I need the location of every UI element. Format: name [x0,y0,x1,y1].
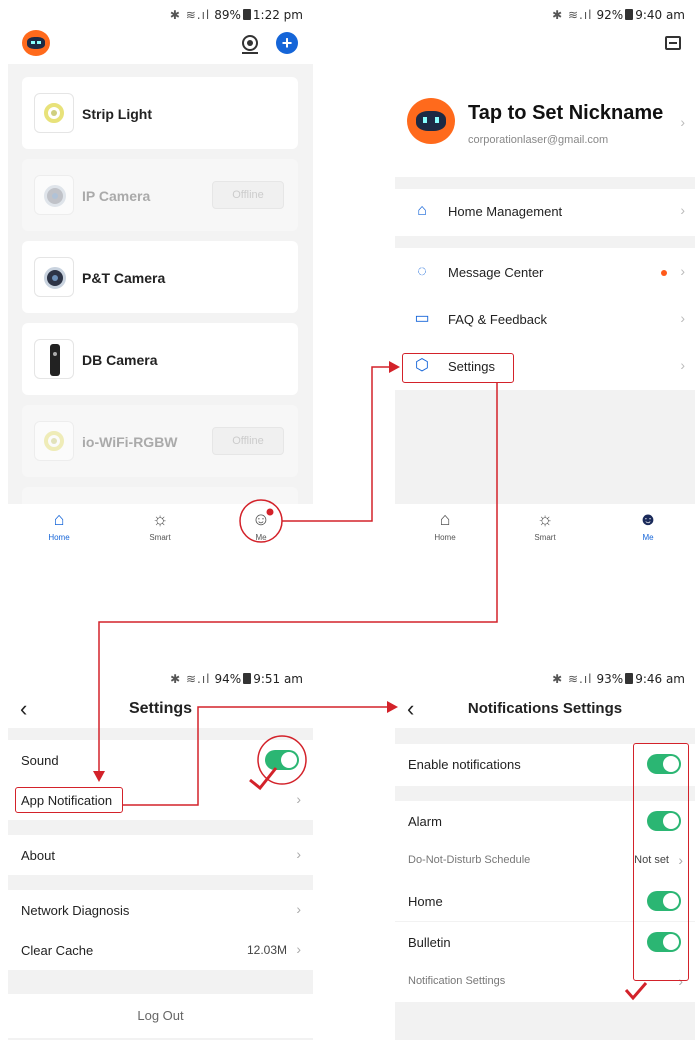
battery-percent: 89% [214,8,241,22]
device-name: IP Camera [82,188,151,204]
strip-light-icon [34,93,74,133]
tab-smart[interactable]: ☼ Smart [130,508,190,542]
highlight-toggles [633,743,689,981]
battery-icon [243,673,252,684]
signal-icons: ✱ ≋.ıl [170,672,211,686]
chevron-right-icon: › [680,357,685,373]
device-card-db-camera[interactable]: DB Camera [22,323,298,395]
ip-camera-icon [34,175,74,215]
device-name: DB Camera [82,352,158,368]
avatar [407,98,455,144]
sun-icon: ☼ [536,509,554,529]
offline-badge: Offline [212,427,284,455]
status-time: 1:22 pm [252,8,303,22]
menu-faq-feedback[interactable]: ▭ FAQ & Feedback › [395,297,695,341]
user-icon: ☺ [251,509,271,529]
robot-logo-icon [22,30,50,56]
pt-camera-icon [34,257,74,297]
tab-me[interactable]: ☻ Me [618,508,678,542]
empty-area [395,390,695,504]
page-title: Notifications Settings [467,700,623,717]
chevron-right-icon: › [296,846,301,862]
sun-icon: ☼ [151,509,169,529]
camera-icon[interactable] [242,35,258,54]
status-bar: ✱ ≋.ıl 94% 9:51 am [8,664,313,692]
notifications-nav: ‹ Notifications Settings [395,692,695,728]
book-icon: ▭ [414,310,430,327]
tab-home[interactable]: ⌂ Home [415,508,475,542]
profile-header[interactable]: Tap to Set Nickname corporationlaser@gma… [395,90,695,176]
logout-button[interactable]: Log Out [8,994,313,1038]
status-bar: ✱ ≋.ıl 89% 1:22 pm [8,8,313,24]
device-name: io-WiFi-RGBW [82,434,178,450]
chevron-right-icon: › [680,310,685,326]
chevron-right-icon: › [680,263,685,279]
chevron-right-icon: › [680,202,685,218]
unread-dot [661,270,667,276]
battery-icon [242,9,251,20]
me-screen: ✱ ≋.ıl 92% 9:40 am Tap to Set Nickname cor… [395,0,695,548]
house-icon: ⌂ [417,202,427,219]
menu-home-management[interactable]: ⌂ Home Management › [395,189,695,233]
tab-me[interactable]: ☺ Me [231,508,291,542]
status-time: 9:51 am [253,672,303,686]
battery-icon [625,673,634,684]
row-sound[interactable]: Sound [8,740,313,780]
chevron-right-icon: › [296,941,301,957]
device-card-strip-light[interactable]: Strip Light [22,77,298,149]
chat-icon: ◌ [417,263,427,280]
device-card-rgbw[interactable]: io-WiFi-RGBW Offline [22,405,298,477]
row-network-diagnosis[interactable]: Network Diagnosis › [8,890,313,930]
scan-icon[interactable] [665,36,681,50]
divider [395,236,695,248]
row-about[interactable]: About › [8,835,313,875]
tab-home[interactable]: ⌂ Home [29,508,89,542]
battery-percent: 94% [214,672,242,686]
tab-smart[interactable]: ☼ Smart [515,508,575,542]
chevron-right-icon: › [296,901,301,917]
cache-size: 12.03M [246,943,287,957]
offline-badge: Offline [212,181,284,209]
highlight-app-notification [15,787,123,813]
account-email: corporationlaser@gmail.com [468,134,609,146]
add-device-icon[interactable]: + [276,32,298,54]
status-time: 9:40 am [635,8,685,22]
chevron-right-icon: › [680,114,685,130]
device-name: P&T Camera [82,270,166,286]
battery-percent: 92% [596,8,624,22]
battery-percent: 93% [596,672,624,686]
bottom-tab-bar: ⌂ Home ☼ Smart ☺ Me [8,504,313,548]
rgbw-icon [34,421,74,461]
sound-toggle[interactable] [265,750,299,770]
signal-icons: ✱ ≋.ıl [552,672,593,686]
user-icon: ☻ [638,509,658,529]
doorbell-camera-icon [34,339,74,379]
home-screen: ✱ ≋.ıl 89% 1:22 pm + Strip Light IP Camera… [8,0,313,548]
device-list: Strip Light IP Camera Offline P&T Camera… [8,64,313,527]
signal-icons: ✱ ≋.ıl [552,8,593,22]
device-name: Strip Light [82,106,152,122]
row-clear-cache[interactable]: Clear Cache 12.03M › [8,930,313,970]
home-icon: ⌂ [439,509,451,529]
home-topbar: + [8,28,313,62]
device-card-ip-camera[interactable]: IP Camera Offline [22,159,298,231]
settings-screen: ✱ ≋.ıl 94% 9:51 am ‹ Settings Sound App No… [8,664,313,1040]
highlight-settings [402,353,514,383]
device-card-pt-camera[interactable]: P&T Camera [22,241,298,313]
menu-message-center[interactable]: ◌ Message Center › [395,250,695,294]
bottom-tab-bar: ⌂ Home ☼ Smart ☻ Me [395,504,695,548]
page-title: Settings [128,700,193,717]
home-icon: ⌂ [53,509,65,529]
chevron-right-icon: › [296,791,301,807]
status-bar: ✱ ≋.ıl 92% 9:40 am [395,8,695,24]
signal-icons: ✱ ≋.ıl [169,8,211,22]
nickname: Tap to Set Nickname [468,102,664,124]
battery-icon [625,9,634,20]
status-bar: ✱ ≋.ıl 93% 9:46 am [395,664,695,692]
divider [395,177,695,189]
settings-nav: ‹ Settings [8,692,313,728]
status-time: 9:46 am [635,672,685,686]
